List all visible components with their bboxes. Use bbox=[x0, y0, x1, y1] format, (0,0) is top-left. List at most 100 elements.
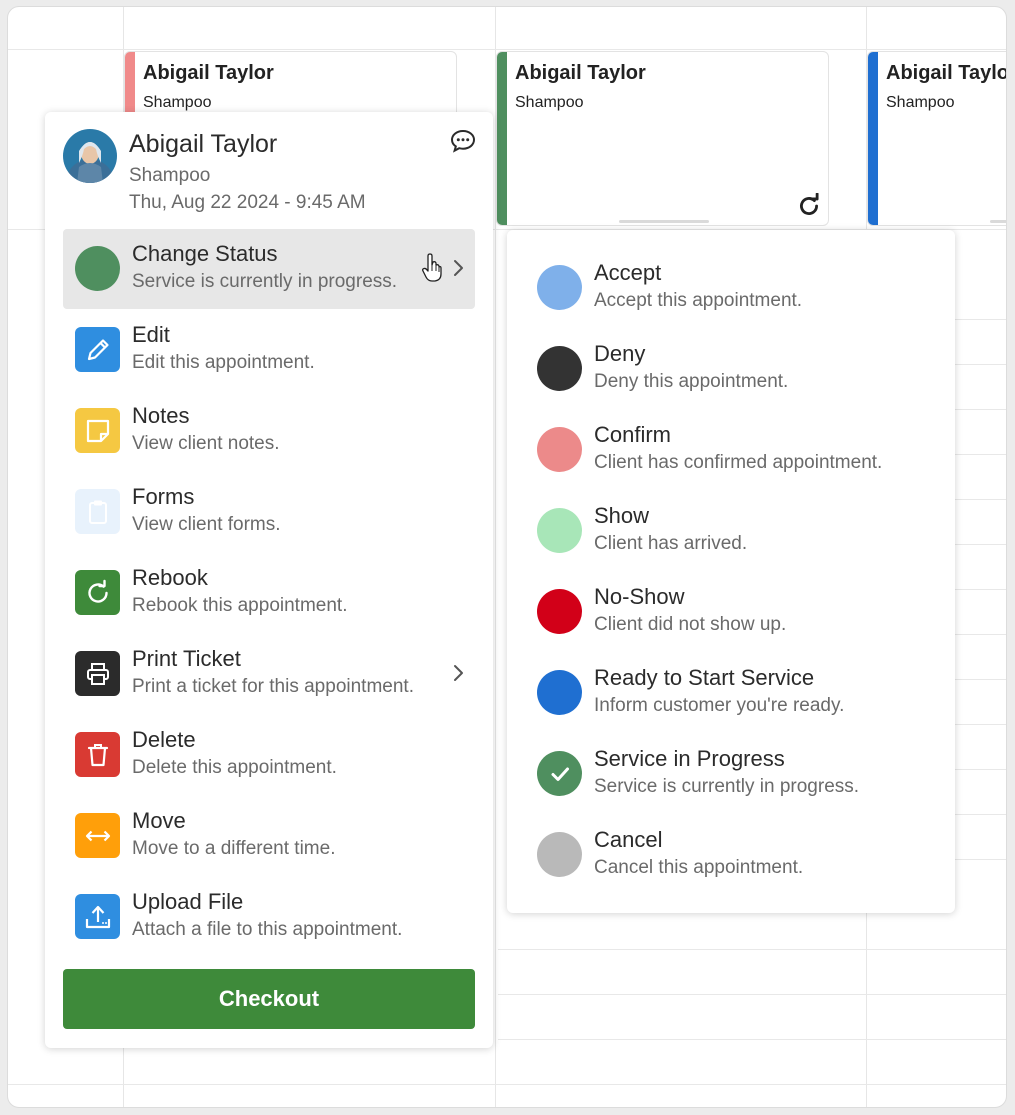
checkmark-icon bbox=[537, 751, 582, 796]
menu-item-delete[interactable]: Delete Delete this appointment. bbox=[63, 715, 475, 795]
status-label: Confirm bbox=[594, 422, 672, 447]
menu-item-label: Print Ticket bbox=[132, 646, 241, 671]
service-name: Shampoo bbox=[129, 165, 211, 186]
status-option-show[interactable]: Show Client has arrived. bbox=[507, 492, 955, 572]
menu-item-label: Forms bbox=[132, 484, 195, 509]
trash-icon bbox=[75, 732, 120, 777]
scroll-indicator bbox=[990, 220, 1006, 223]
appointment-service: Shampoo bbox=[886, 94, 955, 111]
appointment-service: Shampoo bbox=[143, 94, 212, 111]
chat-icon[interactable] bbox=[450, 129, 476, 153]
menu-item-print-ticket[interactable]: Print Ticket Print a ticket for this app… bbox=[63, 634, 475, 714]
printer-icon bbox=[75, 651, 120, 696]
move-arrows-icon bbox=[75, 813, 120, 858]
appointment-client-name: Abigail Taylor bbox=[143, 62, 274, 84]
menu-item-description: Rebook this appointment. bbox=[132, 595, 348, 616]
upload-icon bbox=[75, 894, 120, 939]
refresh-icon[interactable] bbox=[796, 193, 822, 219]
status-option-confirm[interactable]: Confirm Client has confirmed appointment… bbox=[507, 411, 955, 491]
menu-item-label: Upload File bbox=[132, 889, 244, 914]
status-dot-icon bbox=[537, 508, 582, 553]
checkout-button[interactable]: Checkout bbox=[63, 969, 475, 1029]
grid-line bbox=[948, 814, 1006, 815]
menu-item-description: View client notes. bbox=[132, 433, 280, 454]
clipboard-icon bbox=[75, 489, 120, 534]
status-description: Cancel this appointment. bbox=[594, 857, 804, 878]
status-dot-icon bbox=[537, 589, 582, 634]
grid-line bbox=[948, 679, 1006, 680]
status-option-no-show[interactable]: No-Show Client did not show up. bbox=[507, 573, 955, 653]
grid-line bbox=[948, 589, 1006, 590]
status-description: Inform customer you're ready. bbox=[594, 695, 845, 716]
menu-item-description: Attach a file to this appointment. bbox=[132, 919, 403, 940]
status-color-bar bbox=[497, 52, 507, 225]
menu-item-description: Move to a different time. bbox=[132, 838, 336, 859]
menu-item-rebook[interactable]: Rebook Rebook this appointment. bbox=[63, 553, 475, 633]
status-option-accept[interactable]: Accept Accept this appointment. bbox=[507, 249, 955, 329]
grid-line bbox=[8, 49, 1006, 50]
menu-item-label: Edit bbox=[132, 322, 170, 347]
appointment-datetime: Thu, Aug 22 2024 - 9:45 AM bbox=[129, 192, 366, 213]
appointment-popup: Abigail Taylor Shampoo Thu, Aug 22 2024 … bbox=[45, 112, 493, 1048]
grid-line bbox=[948, 544, 1006, 545]
status-label: Service in Progress bbox=[594, 746, 785, 771]
status-option-in-progress[interactable]: Service in Progress Service is currently… bbox=[507, 735, 955, 815]
status-option-deny[interactable]: Deny Deny this appointment. bbox=[507, 330, 955, 410]
status-description: Client has confirmed appointment. bbox=[594, 452, 883, 473]
appointment-card[interactable]: Abigail Taylor Shampoo bbox=[496, 51, 829, 226]
grid-line bbox=[948, 859, 1006, 860]
status-dot-icon bbox=[537, 427, 582, 472]
grid-line bbox=[498, 1039, 1006, 1040]
grid-line bbox=[948, 409, 1006, 410]
status-label: No-Show bbox=[594, 584, 685, 609]
menu-item-description: Service is currently in progress. bbox=[132, 271, 398, 292]
menu-item-label: Change Status bbox=[132, 241, 278, 266]
status-color-bar bbox=[868, 52, 878, 225]
status-description: Client has arrived. bbox=[594, 533, 748, 554]
status-submenu: Accept Accept this appointment. Deny Den… bbox=[507, 230, 955, 913]
status-label: Cancel bbox=[594, 827, 663, 852]
grid-line bbox=[8, 1084, 1006, 1085]
status-description: Deny this appointment. bbox=[594, 371, 789, 392]
status-label: Accept bbox=[594, 260, 662, 285]
status-option-ready-to-start[interactable]: Ready to Start Service Inform customer y… bbox=[507, 654, 955, 734]
grid-line bbox=[498, 949, 1006, 950]
sticky-note-icon bbox=[75, 408, 120, 453]
status-dot-icon bbox=[537, 832, 582, 877]
chevron-right-icon bbox=[454, 260, 463, 276]
status-description: Accept this appointment. bbox=[594, 290, 803, 311]
menu-item-forms[interactable]: Forms View client forms. bbox=[63, 472, 475, 552]
appointment-client-name: Abigail Taylor bbox=[515, 62, 646, 84]
grid-line bbox=[948, 454, 1006, 455]
menu-item-description: Print a ticket for this appointment. bbox=[132, 676, 414, 697]
grid-line bbox=[498, 994, 1006, 995]
scroll-indicator bbox=[619, 220, 709, 223]
menu-item-label: Rebook bbox=[132, 565, 208, 590]
status-description: Client did not show up. bbox=[594, 614, 787, 635]
avatar bbox=[63, 129, 117, 183]
menu-item-upload-file[interactable]: Upload File Attach a file to this appoin… bbox=[63, 877, 475, 957]
status-label: Show bbox=[594, 503, 650, 528]
menu-item-description: View client forms. bbox=[132, 514, 281, 535]
menu-item-edit[interactable]: Edit Edit this appointment. bbox=[63, 310, 475, 390]
status-dot-icon bbox=[75, 246, 120, 291]
menu-item-move[interactable]: Move Move to a different time. bbox=[63, 796, 475, 876]
status-label: Deny bbox=[594, 341, 646, 366]
appointment-client-name: Abigail Taylor bbox=[886, 62, 1007, 84]
menu-item-description: Delete this appointment. bbox=[132, 757, 337, 778]
status-description: Service is currently in progress. bbox=[594, 776, 860, 797]
grid-line bbox=[948, 634, 1006, 635]
appointment-service: Shampoo bbox=[515, 94, 584, 111]
grid-line bbox=[948, 319, 1006, 320]
appointment-card[interactable]: Abigail Taylor Shampoo bbox=[867, 51, 1007, 226]
chevron-right-icon bbox=[454, 665, 463, 681]
grid-line bbox=[948, 499, 1006, 500]
menu-item-change-status[interactable]: Change Status Service is currently in pr… bbox=[63, 229, 475, 309]
rebook-icon bbox=[75, 570, 120, 615]
menu-item-label: Notes bbox=[132, 403, 190, 428]
menu-item-label: Move bbox=[132, 808, 186, 833]
status-dot-icon bbox=[537, 346, 582, 391]
status-option-cancel[interactable]: Cancel Cancel this appointment. bbox=[507, 816, 955, 896]
status-dot-icon bbox=[537, 265, 582, 310]
menu-item-notes[interactable]: Notes View client notes. bbox=[63, 391, 475, 471]
